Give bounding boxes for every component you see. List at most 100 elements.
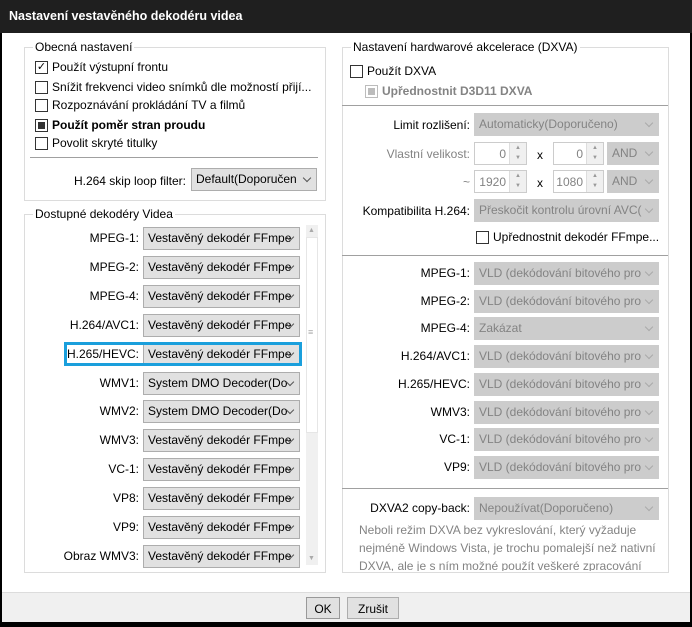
dxva-codec-label: WMV3: [430, 404, 470, 419]
checkbox-box[interactable] [35, 80, 48, 94]
skip-loop-label: H.264 skip loop filter: [73, 174, 186, 188]
checkbox-label: Rozpoznávání prokládání TV a filmů [52, 98, 246, 112]
compat-label: Kompatibilita H.264: [362, 204, 470, 218]
dxva-codec-label: VP9: [443, 459, 470, 474]
compat-select[interactable]: Přeskočit kontrolu úrovní AVC( [474, 199, 659, 222]
decoder-label: MPEG-4: [89, 288, 139, 303]
checkbox-box[interactable] [35, 98, 48, 112]
checkbox-box[interactable] [350, 64, 363, 78]
divider [342, 105, 668, 106]
dxva-codec-select[interactable]: VLD (dekódování bitového pro [474, 289, 659, 313]
height2-spinner[interactable]: 1080 ▲ ▼ [553, 170, 604, 193]
decoder-label: MPEG-2: [89, 259, 139, 274]
dxva-codec-label: MPEG-2: [420, 293, 470, 308]
spinner-value: 1920 [479, 175, 506, 189]
checkbox-label: Povolit skryté titulky [52, 136, 158, 150]
x-label: x [537, 176, 543, 190]
decoder-select[interactable]: Vestavěný dekodér FFmpe [143, 227, 300, 250]
spin-arrows-icon[interactable]: ▲ ▼ [509, 171, 526, 192]
decoder-select[interactable]: Vestavěný dekodér FFmpe [143, 284, 300, 308]
scroll-grip-icon: ≡ [308, 327, 314, 337]
checkbox-label: Snížit frekvenci video snímků dle možnos… [52, 80, 312, 94]
checkbox-label: Použít DXVA [367, 64, 437, 78]
general-option-checkbox[interactable]: Povolit skryté titulky [35, 135, 157, 151]
dxva-codec-select[interactable]: VLD (dekódování bitového pro [474, 262, 659, 285]
decoder-select[interactable]: System DMO Decoder(Do [143, 371, 300, 395]
checkbox-label: Použít poměr stran proudu [52, 118, 206, 132]
dxva-codec-label: MPEG-4: [420, 321, 470, 336]
checkbox-box[interactable] [35, 136, 48, 150]
decoder-select[interactable]: Vestavěný dekodér FFmpe [143, 516, 300, 539]
decoder-select[interactable]: Vestavěný dekodér FFmpe [143, 313, 300, 337]
decoder-select[interactable]: System DMO Decoder(Do [143, 400, 300, 424]
spinner-value: 0 [576, 147, 583, 161]
group-title: Nastavení hardwarové akcelerace (DXVA) [351, 40, 580, 54]
limit-select[interactable]: Automaticky(Doporučeno) [474, 113, 659, 136]
height1-spinner[interactable]: 0 ▲ ▼ [553, 142, 604, 165]
prefer-ffmpeg-checkbox[interactable]: Upřednostnit dekodér FFmpe... [476, 229, 659, 245]
x-label: x [537, 148, 543, 162]
checkmark-icon[interactable]: ✓ [35, 60, 48, 74]
spin-arrows-icon[interactable]: ▲ ▼ [509, 143, 526, 164]
decoder-label: MPEG-1: [89, 231, 139, 245]
decoder-label: Obraz WMV3: [63, 548, 139, 563]
decoder-label: VC-1: [108, 462, 139, 477]
dxva-codec-select[interactable]: VLD (dekódování bitového pro [474, 400, 659, 424]
desc-line: nejméně Windows Vista, je trochu pomalej… [359, 541, 656, 555]
op2-select[interactable]: AND [607, 170, 659, 193]
spin-arrows-icon[interactable]: ▲ ▼ [586, 171, 603, 192]
decoder-label: WMV1: [99, 375, 139, 390]
dxva-codec-select[interactable]: Zakázat [474, 317, 659, 341]
general-option-checkbox[interactable]: ✓ Použít výstupní frontu [35, 59, 168, 75]
scroll-down-icon[interactable]: ▼ [308, 555, 315, 562]
checkbox-label: Použít výstupní frontu [52, 60, 169, 74]
checkbox-box[interactable] [35, 118, 48, 132]
dxva-codec-label: MPEG-1: [420, 266, 470, 280]
width1-spinner[interactable]: 0 ▲ ▼ [474, 142, 527, 165]
dxva-codec-select[interactable]: VLD (dekódování bitového pro [474, 455, 659, 479]
skip-loop-select[interactable]: Default(Doporučen [191, 168, 317, 191]
dxva-codec-select[interactable]: VLD (dekódování bitového pro [474, 372, 659, 396]
ok-button[interactable]: OK [306, 597, 340, 619]
decoder-label: WMV3: [99, 433, 139, 448]
dxva-codec-select[interactable]: VLD (dekódování bitového pro [474, 345, 659, 369]
checkbox-label: Upřednostnit dekodér FFmpe... [493, 230, 660, 244]
desc-line: DXVA, ale je s ním možné použít veškeré … [359, 559, 642, 571]
dxva-codec-label: VC-1: [439, 432, 470, 447]
title-bar: Nastavení vestavěného dekodéru videa [0, 0, 692, 33]
spinner-value: 1080 [556, 175, 583, 189]
desc-line: Neboli režim DXVA bez vykreslování, kter… [359, 523, 637, 537]
copyback-label: DXVA2 copy-back: [370, 501, 470, 515]
checkbox-box[interactable] [365, 84, 378, 98]
dxva-codec-label: H.265/HEVC: [397, 376, 470, 391]
dxva-codec-label: H.264/AVC1: [400, 349, 470, 364]
decoder-label: WMV2: [99, 404, 139, 419]
decoder-label: H.264/AVC1: [69, 317, 139, 332]
use-dxva-checkbox[interactable]: Použít DXVA [350, 63, 436, 79]
general-option-checkbox[interactable]: Použít poměr stran proudu [35, 117, 205, 133]
general-option-checkbox[interactable]: Snížit frekvenci video snímků dle možnos… [35, 79, 311, 95]
spinner-value: 0 [499, 147, 506, 161]
decoder-label: VP9: [112, 520, 139, 534]
highlight-box [64, 342, 302, 366]
copyback-select[interactable]: Nepoužívat(Doporučeno) [474, 497, 659, 520]
decoder-select[interactable]: Vestavěný dekodér FFmpe [143, 429, 300, 453]
general-option-checkbox[interactable]: Rozpoznávání prokládání TV a filmů [35, 97, 245, 113]
checkbox-box[interactable] [476, 230, 489, 244]
width2-spinner[interactable]: 1920 ▲ ▼ [474, 170, 527, 193]
cancel-button[interactable]: Zrušit [347, 597, 399, 619]
prefer-d3d11-checkbox[interactable]: Upřednostnit D3D11 DXVA [365, 83, 532, 99]
button-bar [2, 592, 690, 622]
decoder-select[interactable]: Vestavěný dekodér FFmpe [143, 544, 300, 568]
scroll-up-icon[interactable]: ▲ [308, 227, 315, 234]
group-title: Dostupné dekodéry Videa [33, 207, 175, 221]
limit-label: Limit rozlišení: [393, 118, 470, 132]
decoder-select[interactable]: Vestavěný dekodér FFmpe [143, 487, 300, 511]
divider [30, 157, 318, 158]
decoder-select[interactable]: Vestavěný dekodér FFmpe [143, 255, 300, 279]
decoder-label: VP8: [112, 491, 139, 506]
dxva-codec-select[interactable]: VLD (dekódování bitového pro [474, 428, 659, 452]
spin-arrows-icon[interactable]: ▲ ▼ [586, 143, 603, 164]
op1-select[interactable]: AND [607, 142, 659, 165]
decoder-select[interactable]: Vestavěný dekodér FFmpe [143, 458, 300, 482]
